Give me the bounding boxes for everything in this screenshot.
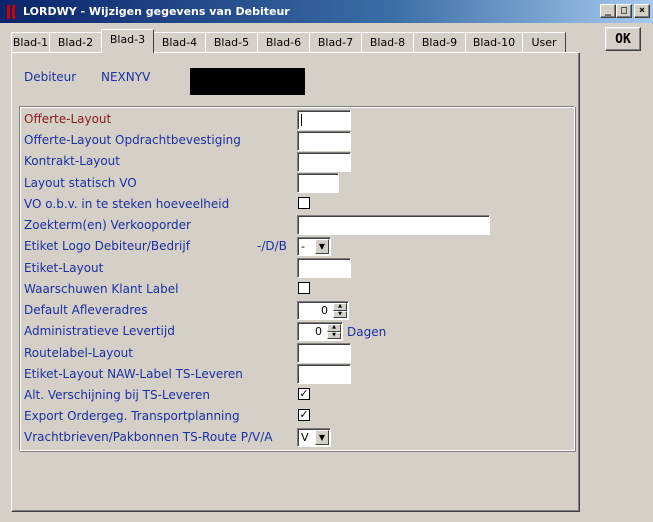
vrachtbrieven-select[interactable]: V ▼ bbox=[297, 428, 331, 447]
layout-statisch-vo-label: Layout statisch VO bbox=[24, 176, 137, 190]
vo-obv-steken-label: VO o.b.v. in te steken hoeveelheid bbox=[24, 197, 230, 211]
zoekterm-verkooporder-input[interactable] bbox=[297, 215, 490, 235]
routelabel-layout-label: Routelabel-Layout bbox=[24, 346, 133, 360]
alt-verschijning-label: Alt. Verschijning bij TS-Leveren bbox=[24, 388, 210, 402]
etiket-logo-value: - bbox=[301, 240, 305, 253]
etiket-logo-label: Etiket Logo Debiteur/Bedrijf bbox=[24, 239, 190, 253]
alt-verschijning-checkbox[interactable]: ✓ bbox=[298, 388, 310, 400]
spin-down-icon[interactable]: ▼ bbox=[333, 310, 347, 318]
kontrakt-layout-input[interactable] bbox=[297, 152, 351, 172]
export-ordergeg-checkbox[interactable]: ✓ bbox=[298, 409, 310, 421]
waarschuwen-klant-label-label: Waarschuwen Klant Label bbox=[24, 282, 179, 296]
export-ordergeg-label: Export Ordergeg. Transportplanning bbox=[24, 409, 240, 423]
spin-up-icon[interactable]: ▲ bbox=[327, 324, 341, 332]
offerte-layout-input[interactable] bbox=[297, 110, 351, 130]
zoekterm-verkooporder-label: Zoekterm(en) Verkooporder bbox=[24, 218, 191, 232]
routelabel-layout-input[interactable] bbox=[297, 343, 351, 363]
layout-statisch-vo-input[interactable] bbox=[297, 173, 339, 193]
offerte-layout-opdracht-input[interactable] bbox=[297, 131, 351, 151]
offerte-layout-label: Offerte-Layout bbox=[24, 112, 112, 126]
administratieve-levertijd-label: Administratieve Levertijd bbox=[24, 324, 175, 338]
administratieve-levertijd-value: 0 bbox=[315, 325, 322, 338]
vrachtbrieven-label: Vrachtbrieven/Pakbonnen TS-Route P/V/A bbox=[24, 430, 273, 444]
etiket-logo-hint: -/D/B bbox=[257, 239, 287, 253]
vo-obv-steken-checkbox[interactable] bbox=[298, 197, 310, 209]
kontrakt-layout-label: Kontrakt-Layout bbox=[24, 154, 120, 168]
waarschuwen-klant-label-checkbox[interactable] bbox=[298, 282, 310, 294]
default-afleveradres-spinner[interactable]: 0 ▲ ▼ bbox=[297, 301, 349, 320]
default-afleveradres-value: 0 bbox=[321, 304, 328, 317]
spin-up-icon[interactable]: ▲ bbox=[333, 303, 347, 311]
spin-down-icon[interactable]: ▼ bbox=[327, 331, 341, 339]
dropdown-arrow-icon[interactable]: ▼ bbox=[315, 239, 329, 254]
dropdown-arrow-icon[interactable]: ▼ bbox=[315, 430, 329, 445]
etiket-layout-naw-label: Etiket-Layout NAW-Label TS-Leveren bbox=[24, 367, 243, 381]
etiket-layout-input[interactable] bbox=[297, 258, 351, 278]
default-afleveradres-label: Default Afleveradres bbox=[24, 303, 148, 317]
administratieve-levertijd-spinner[interactable]: 0 ▲ ▼ bbox=[297, 322, 343, 341]
vrachtbrieven-value: V bbox=[301, 431, 309, 444]
etiket-logo-select[interactable]: - ▼ bbox=[297, 237, 331, 256]
etiket-layout-naw-input[interactable] bbox=[297, 364, 351, 384]
levertijd-unit: Dagen bbox=[347, 325, 387, 339]
etiket-layout-label: Etiket-Layout bbox=[24, 261, 104, 275]
offerte-layout-opdracht-label: Offerte-Layout Opdrachtbevestiging bbox=[24, 133, 241, 147]
